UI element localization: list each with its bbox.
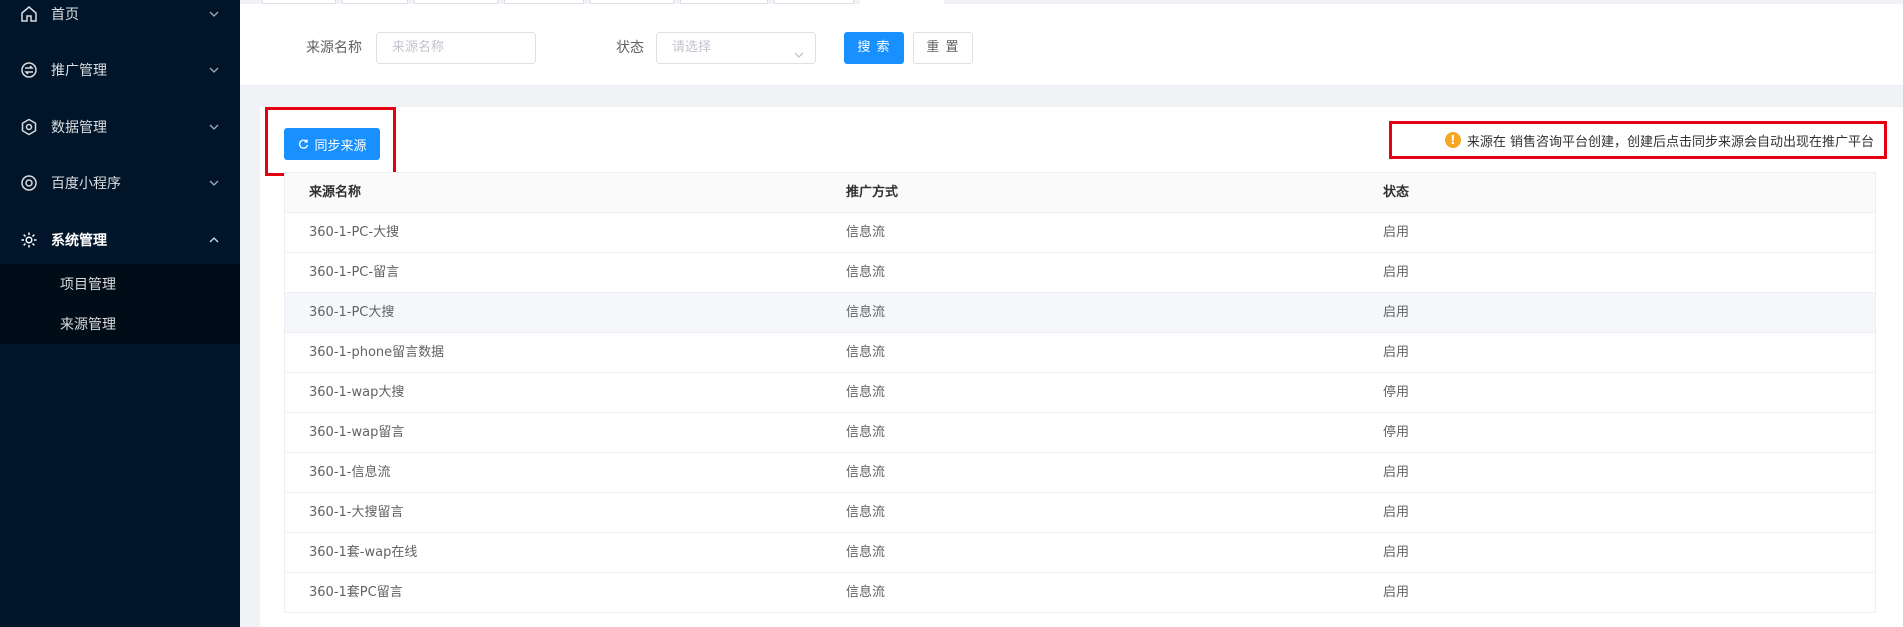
sidebar-subitem-source[interactable]: 来源管理 xyxy=(0,304,240,344)
warning-icon: ! xyxy=(1444,132,1461,148)
sidebar-item-label: 系统管理 xyxy=(51,233,107,249)
system-submenu: 项目管理 来源管理 xyxy=(0,264,240,344)
status-cell: 启用 xyxy=(1383,585,1410,600)
chevron-down-icon xyxy=(208,8,220,20)
promotion-method-cell: 信息流 xyxy=(846,225,886,240)
sidebar-item-label: 百度小程序 xyxy=(51,176,121,192)
source-table: 来源名称 推广方式 状态 360-1-PC-大搜 信息流 启用 360-1-PC… xyxy=(284,172,1876,613)
sync-button-label: 同步来源 xyxy=(314,138,367,154)
source-name-cell: 360-1-wap大搜 xyxy=(309,385,405,400)
promotion-method-cell: 信息流 xyxy=(846,465,886,480)
status-cell: 启用 xyxy=(1383,225,1410,240)
source-name-cell: 360-1-PC大搜 xyxy=(309,305,395,320)
status-label: 状态 xyxy=(616,40,644,56)
table-row[interactable]: 360-1-wap大搜 信息流 停用 xyxy=(285,373,1875,413)
chevron-down-icon xyxy=(793,43,805,58)
column-header[interactable]: 来源名称 xyxy=(309,173,361,213)
promotion-method-cell: 信息流 xyxy=(846,585,886,600)
sync-source-button[interactable]: 同步来源 xyxy=(284,128,380,160)
status-cell: 启用 xyxy=(1383,465,1410,480)
refresh-icon xyxy=(299,139,309,149)
status-cell: 启用 xyxy=(1383,545,1410,560)
promotion-method-cell: 信息流 xyxy=(846,425,886,440)
status-cell: 启用 xyxy=(1383,505,1410,520)
table-header: 来源名称 推广方式 状态 xyxy=(285,173,1875,213)
promotion-icon xyxy=(20,61,38,79)
source-name-cell: 360-1-wap留言 xyxy=(309,425,405,440)
source-name-cell: 360-1-大搜留言 xyxy=(309,505,404,520)
source-name-cell: 360-1-PC-大搜 xyxy=(309,225,400,240)
promotion-method-cell: 信息流 xyxy=(846,265,886,280)
promotion-method-cell: 信息流 xyxy=(846,385,886,400)
data-icon xyxy=(20,118,38,136)
sidebar-subitem-label: 项目管理 xyxy=(60,277,116,293)
status-cell: 启用 xyxy=(1383,265,1410,280)
table-row[interactable]: 360-1套-wap在线 信息流 启用 xyxy=(285,533,1875,573)
promotion-method-cell: 信息流 xyxy=(846,545,886,560)
table-row[interactable]: 360-1-PC大搜 信息流 启用 xyxy=(285,293,1875,333)
source-name-cell: 360-1套PC留言 xyxy=(309,585,403,600)
column-header[interactable]: 状态 xyxy=(1383,173,1409,213)
status-cell: 停用 xyxy=(1383,425,1410,440)
sidebar-item-data[interactable]: 数据管理 xyxy=(0,107,240,147)
table-row[interactable]: 360-1-phone留言数据 信息流 启用 xyxy=(285,333,1875,373)
source-name-cell: 360-1-信息流 xyxy=(309,465,391,480)
table-row[interactable]: 360-1-PC-留言 信息流 启用 xyxy=(285,253,1875,293)
chevron-up-icon xyxy=(208,234,220,246)
sidebar-item-label: 首页 xyxy=(51,7,79,23)
table-row[interactable]: 360-1-PC-大搜 信息流 启用 xyxy=(285,213,1875,253)
reset-button[interactable]: 重 置 xyxy=(913,32,973,64)
source-name-cell: 360-1-PC-留言 xyxy=(309,265,400,280)
chevron-down-icon xyxy=(208,121,220,133)
home-icon xyxy=(20,5,38,23)
table-row[interactable]: 360-1-信息流 信息流 启用 xyxy=(285,453,1875,493)
select-placeholder: 请选择 xyxy=(672,40,712,55)
chevron-down-icon xyxy=(208,177,220,189)
sidebar: 首页 推广管理 数据管理 百度小程序 系统管理 项目管理 来源管理 xyxy=(0,0,240,627)
chevron-down-icon xyxy=(208,64,220,76)
source-name-cell: 360-1-phone留言数据 xyxy=(309,345,445,360)
sidebar-item-label: 数据管理 xyxy=(51,120,107,136)
mini-program-icon xyxy=(20,174,38,192)
input-placeholder: 来源名称 xyxy=(392,40,445,55)
gear-icon xyxy=(20,231,38,249)
sidebar-subitem-label: 来源管理 xyxy=(60,317,116,333)
promotion-method-cell: 信息流 xyxy=(846,505,886,520)
sidebar-item-promotion[interactable]: 推广管理 xyxy=(0,50,240,90)
sidebar-item-baidu-mini-program[interactable]: 百度小程序 xyxy=(0,163,240,203)
sidebar-item-system[interactable]: 系统管理 xyxy=(0,220,240,260)
table-row[interactable]: 360-1套PC留言 信息流 启用 xyxy=(285,573,1875,613)
status-select[interactable]: 请选择 xyxy=(656,32,816,64)
column-header[interactable]: 推广方式 xyxy=(846,173,898,213)
notice-box: ! 来源在 销售咨询平台创建，创建后点击同步来源会自动出现在推广平台 xyxy=(1389,121,1887,159)
search-button[interactable]: 搜 索 xyxy=(844,32,904,64)
table-row[interactable]: 360-1-大搜留言 信息流 启用 xyxy=(285,493,1875,533)
source-name-label: 来源名称 xyxy=(306,40,362,56)
status-cell: 启用 xyxy=(1383,345,1410,360)
status-cell: 停用 xyxy=(1383,385,1410,400)
source-name-input[interactable]: 来源名称 xyxy=(376,32,536,64)
search-form: 来源名称 来源名称 状态 请选择 搜 索 重 置 xyxy=(240,4,1903,86)
notice-text: 来源在 销售咨询平台创建，创建后点击同步来源会自动出现在推广平台 xyxy=(1466,134,1874,150)
sidebar-item-home[interactable]: 首页 xyxy=(0,0,240,34)
source-name-cell: 360-1套-wap在线 xyxy=(309,545,418,560)
table-row[interactable]: 360-1-wap留言 信息流 停用 xyxy=(285,413,1875,453)
promotion-method-cell: 信息流 xyxy=(846,345,886,360)
sidebar-subitem-project[interactable]: 项目管理 xyxy=(0,264,240,304)
status-cell: 启用 xyxy=(1383,305,1410,320)
sidebar-item-label: 推广管理 xyxy=(51,63,107,79)
promotion-method-cell: 信息流 xyxy=(846,305,886,320)
